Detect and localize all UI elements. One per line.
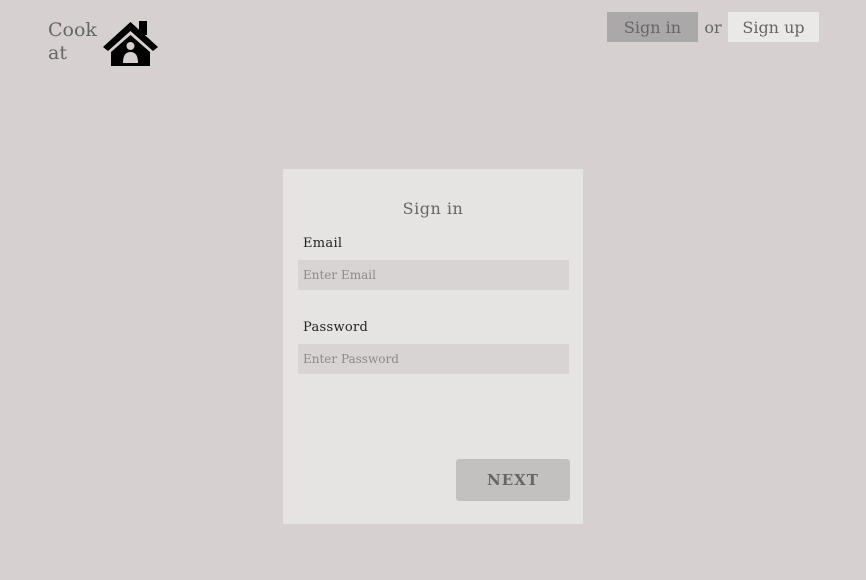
sign-in-card: Sign in Email Password NEXT	[283, 169, 583, 524]
sign-in-button[interactable]: Sign in	[607, 12, 698, 42]
email-input[interactable]	[298, 260, 569, 290]
next-button[interactable]: NEXT	[456, 459, 570, 501]
brand-name-line1: Cook	[48, 19, 97, 41]
house-icon	[103, 21, 158, 66]
email-label: Email	[303, 236, 343, 251]
brand-logo[interactable]: Cook at	[48, 19, 158, 66]
or-separator: or	[704, 17, 722, 37]
password-input[interactable]	[298, 344, 569, 374]
brand-name-line2: at	[48, 42, 67, 64]
sign-up-button[interactable]: Sign up	[728, 12, 819, 42]
brand-name: Cook at	[48, 19, 98, 65]
password-label: Password	[303, 320, 369, 335]
form-title: Sign in	[402, 199, 464, 218]
auth-nav: Sign in or Sign up	[607, 12, 819, 42]
